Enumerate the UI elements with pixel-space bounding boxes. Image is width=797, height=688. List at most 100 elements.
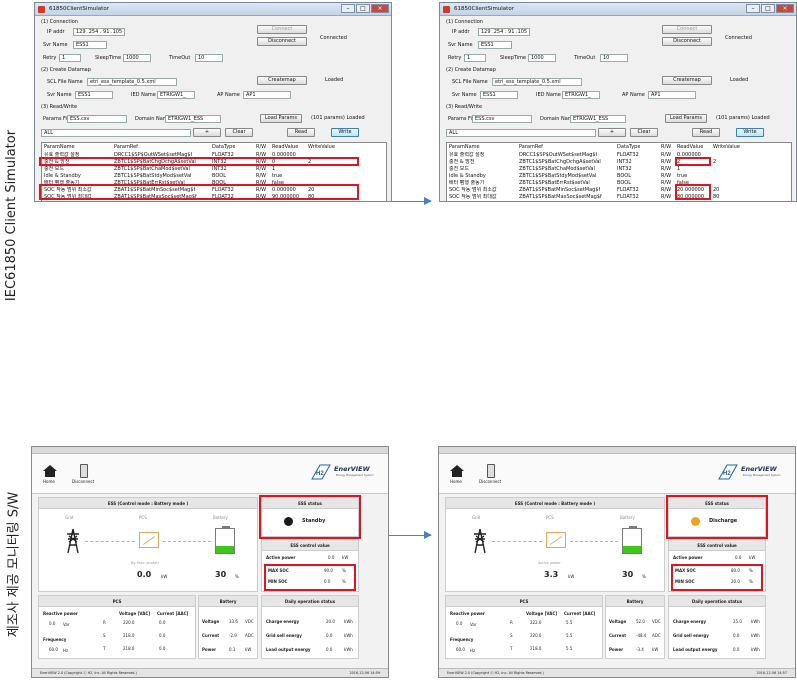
enerview-logo: H2 EnerVIEW Energy Management System	[717, 463, 785, 481]
read-button[interactable]: Read	[287, 128, 315, 137]
table-cell: BOOL	[212, 173, 226, 179]
maximize-button[interactable]: □	[356, 4, 370, 13]
phase-row: S 220.0 5.5	[508, 634, 604, 642]
brand-name: EnerVIEW	[741, 465, 777, 473]
domain-name-select[interactable]: ETRIGW1_ESS	[165, 115, 221, 123]
add-filter-button[interactable]: +	[598, 128, 626, 137]
home-icon-body	[452, 471, 462, 477]
domain-name-select[interactable]: ETRIGW1_ESS	[570, 115, 626, 123]
grid-pcs-line	[85, 541, 135, 542]
table-row[interactable]: 충전 모드 ZBTC1$SP$BatChaMod$setVal INT32 R/W 1	[42, 166, 386, 173]
write-button[interactable]: Write	[331, 128, 359, 137]
ess-control-panel: ESS control value Active power 0.0 kW MA…	[261, 539, 359, 592]
battery-cap	[222, 526, 230, 529]
sleeptime-label: SleepTime	[95, 55, 122, 61]
svr-name-label-2: Svr Name	[47, 92, 72, 98]
grid-tower-icon	[67, 528, 79, 554]
ip-field[interactable]: 129 .254 . 91 .105	[73, 28, 125, 36]
disconnect-label: Disconnect	[479, 479, 502, 484]
timeout-select[interactable]: 10	[600, 54, 628, 62]
add-filter-button[interactable]: +	[193, 128, 221, 137]
filter-select[interactable]: ALL	[446, 129, 596, 137]
ip-field[interactable]: 129 .254 . 91 .105	[478, 28, 530, 36]
table-cell: 1	[677, 166, 681, 172]
createmap-button[interactable]: Createmap	[662, 76, 712, 85]
connect-button[interactable]: Connect	[662, 25, 712, 34]
ied-name-select[interactable]: ETRIGW1_	[562, 91, 600, 99]
pcs-power-unit: kW	[161, 574, 168, 579]
ied-name-select[interactable]: ETRIGW1_	[157, 91, 195, 99]
table-row[interactable]: SOC 작동 범위 최대값 ZBAT1$SP$BatMaxSoc$setMag$f…	[447, 194, 791, 201]
table-row[interactable]: Idle & Standby ZBTC1$SP$BatStdyMod$setVal…	[42, 173, 386, 180]
phase-cell: 0.0	[159, 646, 166, 651]
grid-column-header: ParamRef	[114, 144, 138, 150]
grid-sell-value: 0.0	[326, 633, 333, 638]
load-output-unit: kWh	[751, 647, 760, 652]
table-row[interactable]: 유효 출력값 설정 DRCC1$SP$OutWSet$setMag$f FLOAT3…	[447, 152, 791, 159]
minimize-button[interactable]: –	[341, 4, 355, 13]
table-row[interactable]: 배터 팸행 출동기 ZBTC1$SP$BatErrRst$setVal BOOL R/…	[447, 180, 791, 187]
monitoring-caption: 제조사 제공 모니터링 S/W	[0, 440, 24, 688]
clear-button[interactable]: Clear	[225, 128, 253, 137]
reactive-power-value: 0.0	[49, 621, 56, 626]
sleeptime-select[interactable]: 1000	[528, 54, 556, 62]
grid-sell-label: Grid sell energy	[673, 633, 709, 638]
section-readwrite: (3) Read/Write	[446, 104, 483, 110]
grid-label: Grid	[65, 515, 74, 520]
retry-select[interactable]: 1	[464, 54, 486, 62]
phase-cell: R	[510, 620, 513, 625]
timeout-label: TimeOut	[574, 55, 596, 61]
svr-name-select-2[interactable]: ESS1	[480, 91, 518, 99]
filter-select[interactable]: ALL	[41, 129, 191, 137]
disconnect-button[interactable]: Disconnect	[662, 37, 712, 46]
minimize-button[interactable]: –	[746, 4, 760, 13]
disconnect-icon[interactable]	[80, 464, 88, 478]
svr-name-select[interactable]: ESS1	[478, 41, 512, 49]
scl-file-select[interactable]: etri_ess_template_0.5.xml	[492, 78, 582, 86]
close-button[interactable]: ×	[776, 4, 794, 13]
disconnect-icon[interactable]	[487, 464, 495, 478]
sleeptime-select[interactable]: 1000	[123, 54, 151, 62]
load-params-button[interactable]: Load Params	[260, 114, 302, 123]
clear-button[interactable]: Clear	[630, 128, 658, 137]
retry-select[interactable]: 1	[59, 54, 81, 62]
ip-label: IP addr	[452, 29, 470, 35]
params-grid[interactable]: ParamName ParamRef DataType R/W ReadValue Wri…	[446, 142, 792, 201]
read-button[interactable]: Read	[692, 128, 720, 137]
window-title: 61850ClientSimulator	[49, 6, 109, 12]
battery-fill	[623, 545, 641, 553]
timeout-select[interactable]: 10	[195, 54, 223, 62]
load-params-button[interactable]: Load Params	[665, 114, 707, 123]
write-button[interactable]: Write	[736, 128, 764, 137]
active-power-value: 0.0	[735, 555, 742, 560]
params-file-select[interactable]: ESS.csv	[67, 115, 127, 123]
maximize-button[interactable]: □	[761, 4, 775, 13]
battery-icon	[622, 526, 642, 554]
table-cell: ZBTC1$SP$BatErrRst$setVal	[519, 180, 590, 186]
svr-name-select-2[interactable]: ESS1	[75, 91, 113, 99]
active-power-label: Active power	[673, 555, 703, 560]
svr-name-select[interactable]: ESS1	[73, 41, 107, 49]
charge-energy-label: Charge energy	[266, 619, 300, 624]
daily-operation-panel: Daily operation status Charge energy 20.…	[261, 595, 359, 659]
phase-cell: T	[510, 646, 513, 651]
grid-pcs-line	[492, 541, 542, 542]
params-file-select[interactable]: ESS.csv	[472, 115, 532, 123]
table-row[interactable]: Idle & Standby ZBTC1$SP$BatStdyMod$setVal…	[447, 173, 791, 180]
ap-name-select[interactable]: AP1	[648, 91, 696, 99]
charge-readvalue-highlight	[675, 157, 711, 166]
simulator-window-before: 61850ClientSimulator – □ × (1) Connectio…	[34, 2, 392, 202]
connect-button[interactable]: Connect	[257, 25, 307, 34]
close-button[interactable]: ×	[371, 4, 389, 13]
ap-name-select[interactable]: AP1	[243, 91, 291, 99]
table-cell: R/W	[661, 187, 672, 193]
scl-file-select[interactable]: etri_ess_template_0.5.xml	[87, 78, 177, 86]
svr-name-label-2: Svr Name	[452, 92, 477, 98]
disconnect-button[interactable]: Disconnect	[257, 37, 307, 46]
createmap-button[interactable]: Createmap	[257, 76, 307, 85]
table-row[interactable]: 충전 & 방전 ZBTC1$SP$BatChgDchgA$setVal INT32 R…	[447, 159, 791, 166]
table-cell: FLOAT32	[617, 187, 639, 193]
table-row[interactable]: SOC 작동 범위 최소값 ZBAT1$SP$BatMinSoc$setMag$f…	[447, 187, 791, 194]
home-label: Home	[43, 479, 55, 484]
table-row[interactable]: 충전 모드 ZBTC1$SP$BatChaMod$setVal INT32 R/W 1	[447, 166, 791, 173]
